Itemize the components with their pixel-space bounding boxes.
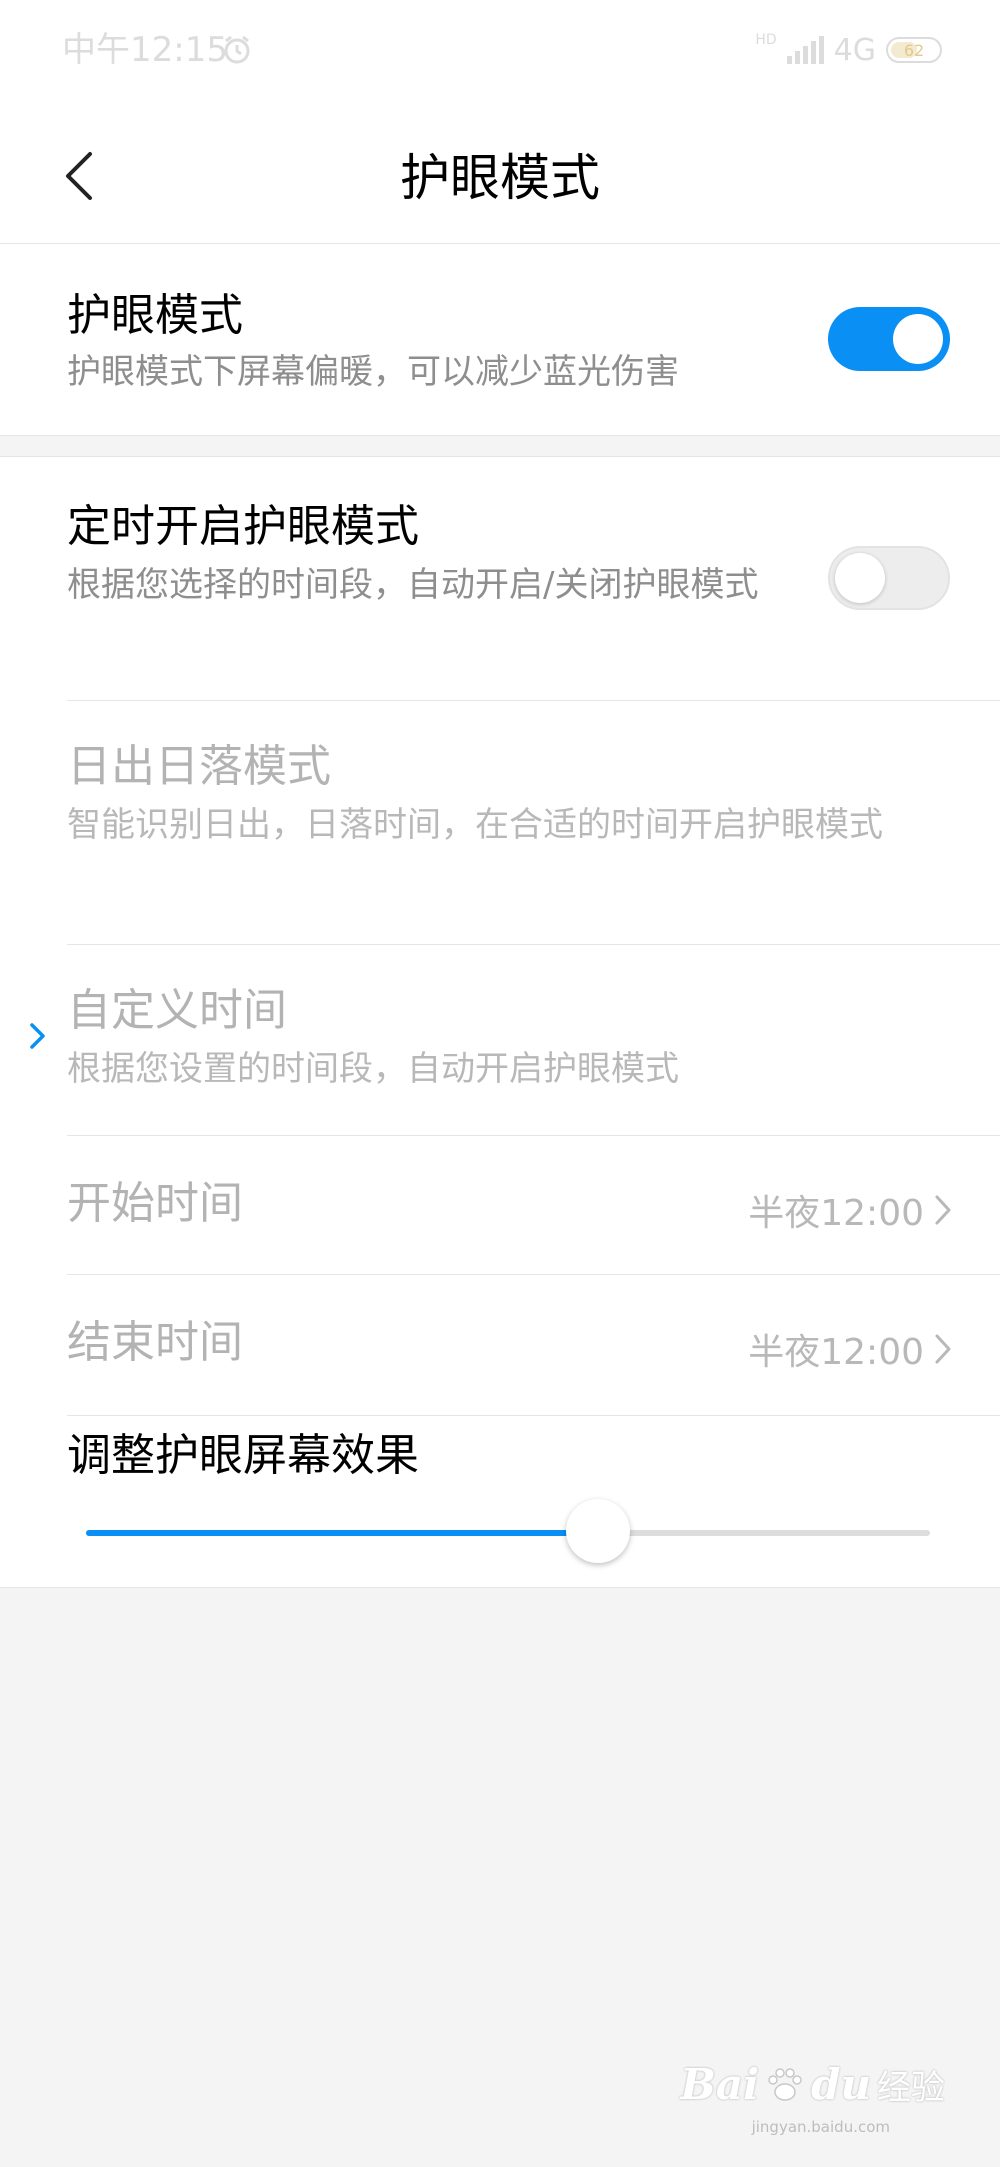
custom-time-title: 自定义时间 [67, 985, 287, 1036]
eye-care-subtitle: 护眼模式下屏幕偏暖，可以减少蓝光伤害 [67, 352, 679, 392]
paw-icon [768, 2067, 802, 2101]
chevron-right-icon [935, 1195, 951, 1225]
toggle-knob [835, 553, 885, 603]
baidu-watermark: Bai du 经验 [680, 2060, 945, 2109]
schedule-row[interactable]: 定时开启护眼模式 根据您选择的时间段，自动开启/关闭护眼模式 [0, 457, 1000, 700]
custom-time-subtitle: 根据您设置的时间段，自动开启护眼模式 [67, 1049, 679, 1089]
schedule-title: 定时开启护眼模式 [67, 501, 419, 552]
end-time-row[interactable]: 结束时间 半夜12:00 [0, 1275, 1000, 1415]
hd-label: HD [755, 32, 777, 48]
watermark-url: jingyan.baidu.com [751, 2118, 890, 2136]
toggle-knob [893, 314, 943, 364]
signal-icon [786, 36, 824, 64]
status-indicators: HD 4G 62 [755, 30, 942, 70]
end-time-label: 结束时间 [67, 1317, 243, 1368]
watermark-text: 经验 [877, 2068, 945, 2108]
schedule-toggle[interactable] [828, 546, 950, 610]
watermark-brand: Bai [680, 2060, 760, 2109]
eye-care-row[interactable]: 护眼模式 护眼模式下屏幕偏暖，可以减少蓝光伤害 [0, 244, 1000, 435]
battery-icon: 62 [886, 37, 942, 63]
alarm-icon [224, 35, 250, 64]
eye-care-toggle[interactable] [828, 307, 950, 371]
slider-fill [86, 1530, 599, 1536]
network-type: 4G [833, 32, 876, 68]
start-time-label: 开始时间 [67, 1178, 243, 1229]
start-time-value-wrap: 半夜12:00 [748, 1184, 952, 1236]
title-bar: 护眼模式 [0, 110, 1000, 244]
watermark-brand-suffix: du [811, 2060, 871, 2109]
sunrise-sunset-title: 日出日落模式 [67, 741, 331, 792]
eye-care-card: 护眼模式 护眼模式下屏幕偏暖，可以减少蓝光伤害 [0, 244, 1000, 436]
page-title: 护眼模式 [400, 149, 600, 207]
sunrise-sunset-subtitle: 智能识别日出，日落时间，在合适的时间开启护眼模式 [67, 805, 883, 845]
sunrise-sunset-option[interactable]: 日出日落模式 智能识别日出，日落时间，在合适的时间开启护眼模式 [0, 701, 1000, 944]
end-time-value: 半夜12:00 [748, 1332, 924, 1373]
schedule-subtitle: 根据您选择的时间段，自动开启/关闭护眼模式 [67, 565, 759, 605]
custom-time-option[interactable]: 自定义时间 根据您设置的时间段，自动开启护眼模式 [0, 945, 1000, 1135]
chevron-right-icon [935, 1334, 951, 1364]
effect-slider[interactable] [86, 1499, 930, 1563]
start-time-row[interactable]: 开始时间 半夜12:00 [0, 1136, 1000, 1274]
end-time-value-wrap: 半夜12:00 [748, 1323, 952, 1375]
status-time: 中午12:15 [62, 30, 228, 70]
eye-care-title: 护眼模式 [67, 290, 243, 341]
status-bar: 中午12:15 HD 4G 62 [0, 0, 1000, 110]
effect-row: 调整护眼屏幕效果 [0, 1416, 1000, 1586]
effect-title: 调整护眼屏幕效果 [67, 1430, 419, 1481]
start-time-value: 半夜12:00 [748, 1193, 924, 1234]
schedule-card: 定时开启护眼模式 根据您选择的时间段，自动开启/关闭护眼模式 日出日落模式 智能… [0, 456, 1000, 1588]
battery-level: 62 [903, 40, 925, 60]
slider-thumb[interactable] [566, 1499, 631, 1563]
selected-chevron-icon [30, 1023, 45, 1049]
